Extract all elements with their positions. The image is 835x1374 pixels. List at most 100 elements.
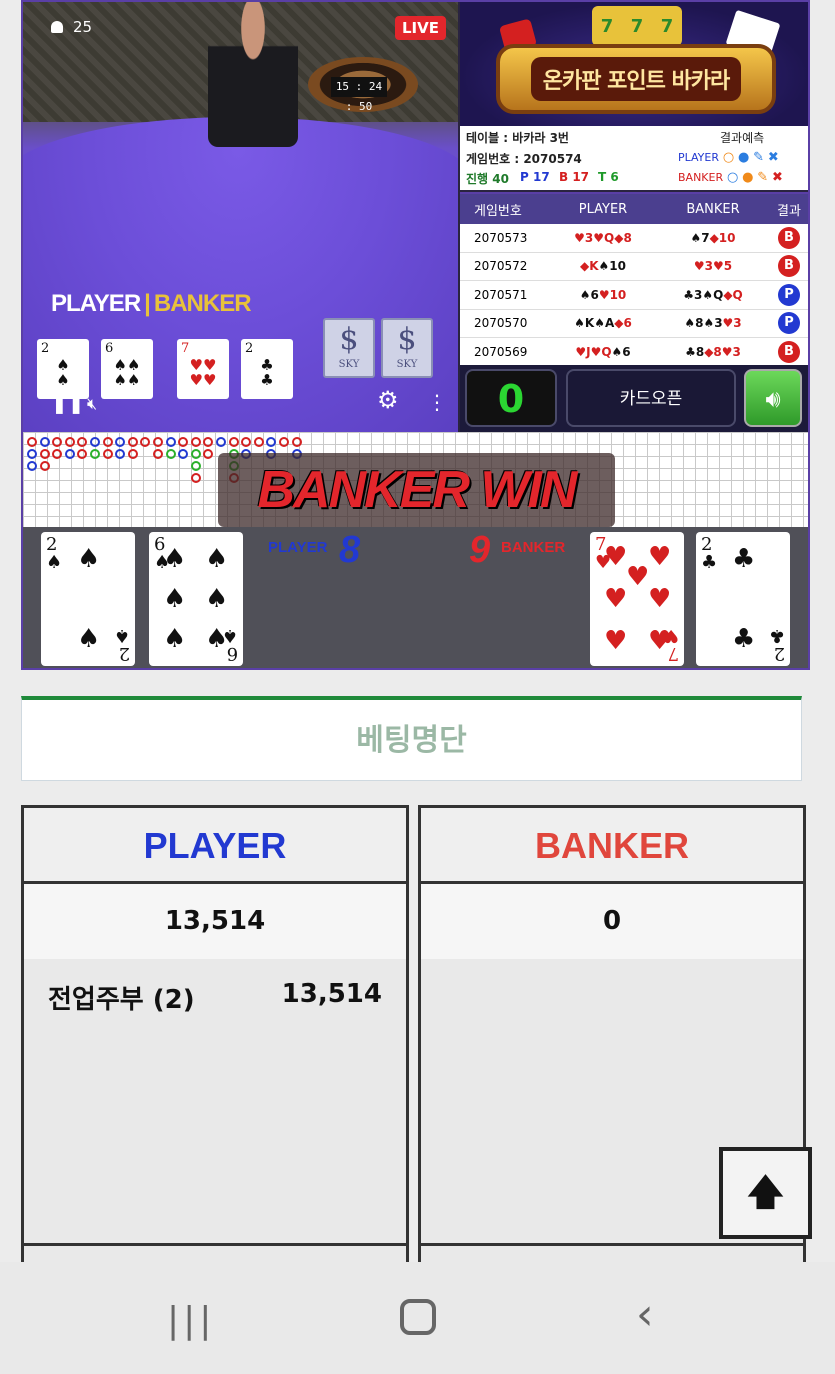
- slot-reel: 7: [660, 15, 674, 37]
- club-icon: ♣: [732, 624, 756, 654]
- history-header-game: 게임번호: [474, 203, 522, 219]
- home-icon[interactable]: [400, 1299, 436, 1335]
- club-icon: ♣: [732, 544, 756, 574]
- live-video[interactable]: 15 : 24 : 50 25 LIVE PLAYER | BANKER 2 ♠ ♠ 6…: [23, 2, 458, 432]
- card-corner: 2 ♠: [113, 625, 130, 664]
- bead-road-mark: [77, 449, 88, 459]
- table-logo-banker: BANKER: [153, 290, 252, 317]
- bead-road-mark: [203, 437, 214, 447]
- pause-icon[interactable]: ❚❚: [51, 390, 85, 414]
- pencil-icon[interactable]: ✎: [757, 170, 768, 185]
- bead-road-mark: [291, 437, 302, 447]
- history-game-number: 2070570: [474, 316, 528, 331]
- win-banner: BANKER WIN: [218, 453, 615, 527]
- bead-road-mark: [266, 437, 277, 447]
- win-banner-text: BANKER WIN: [257, 461, 578, 519]
- history-banker-cards: ♠8♠3♥3: [658, 316, 768, 330]
- history-game-number: 2070569: [474, 344, 528, 359]
- card-corner: 2 ♠: [46, 536, 62, 572]
- spade-icon: ♠: [77, 624, 101, 654]
- heart-icon: ♥: [648, 542, 672, 572]
- history-card: ♥3: [574, 230, 594, 245]
- history-row: 2070569 ♥J♥Q♠6 ♣8◆8♥3 B: [460, 338, 808, 367]
- history-card: ♠7: [690, 230, 710, 245]
- circle-filled-icon[interactable]: ●: [738, 150, 749, 165]
- back-icon[interactable]: ‹: [636, 1289, 654, 1340]
- circle-outline-icon[interactable]: ○: [723, 150, 734, 165]
- history-header: 게임번호 PLAYER BANKER 결과: [460, 194, 808, 224]
- spade-icon: ♠: [163, 544, 187, 574]
- history-card: ◆8: [704, 344, 722, 359]
- prediction-label: 결과예측: [720, 131, 765, 145]
- table-logo-separator: |: [144, 290, 151, 317]
- bead-road-mark: [27, 437, 37, 447]
- slot-reel: 7: [630, 15, 644, 37]
- result-area: 2 ♠ ♠ ♠ 2 ♠ 6 ♠ ♠ ♠ ♠ ♠ ♠ ♠ 6 ♠ PLAYER 8 9 B…: [23, 527, 808, 668]
- player-card-1: 2 ♠ ♠ ♠ 2 ♠: [41, 532, 135, 666]
- history-game-number: 2070572: [474, 259, 528, 274]
- bead-road-mark: [102, 449, 113, 459]
- history-banker-cards: ♣3♠Q◆Q: [658, 288, 768, 302]
- card-corner: 6 ♠: [221, 625, 238, 664]
- player-card-2: 6 ♠ ♠ ♠ ♠ ♠ ♠ ♠ 6 ♠: [149, 532, 243, 666]
- history-banker-cards: ♥3♥5: [658, 259, 768, 273]
- banker-card-1: 7 ♥ ♥ ♥ ♥ ♥ ♥ ♥ ♥ 7 ♥: [590, 532, 684, 666]
- dealer: [208, 2, 298, 147]
- history-card: ♠Q: [702, 287, 724, 302]
- pencil-icon[interactable]: ✎: [753, 150, 764, 165]
- banner-title: 온카판 포인트 바카라: [530, 57, 742, 101]
- heart-icon: ♥: [604, 626, 628, 656]
- bead-road-mark: [64, 449, 75, 459]
- history-card: ♠6: [611, 344, 631, 359]
- history-row: 2070571 ♠6♥10 ♣3♠Q◆Q P: [460, 281, 808, 310]
- history-card: ◆8: [614, 230, 632, 245]
- history-player-cards: ♥3♥Q◆8: [548, 231, 658, 245]
- control-bar: 0 카드오픈 🔊︎: [460, 365, 808, 432]
- cross-icon[interactable]: ✖: [772, 170, 783, 185]
- bead-road-mark: [165, 437, 176, 447]
- history-header-banker: BANKER: [686, 201, 740, 217]
- bead-road-mark: [115, 437, 126, 447]
- circle-outline-icon[interactable]: ○: [727, 170, 738, 185]
- history-card: ◆K: [580, 259, 599, 274]
- bead-road-mark: [253, 437, 264, 447]
- card-suit: ♠: [46, 552, 63, 573]
- cross-icon[interactable]: ✖: [768, 150, 779, 165]
- gear-icon[interactable]: ⚙: [377, 386, 399, 414]
- speaker-icon[interactable]: 🔊︎: [744, 369, 802, 427]
- banker-score: 9: [469, 529, 491, 571]
- circle-filled-icon[interactable]: ●: [742, 170, 753, 185]
- history-banker-cards: ♣8◆8♥3: [658, 345, 768, 359]
- bead-road-mark: [115, 449, 126, 459]
- slot-reel: 7: [600, 15, 614, 37]
- divider: [24, 1243, 406, 1246]
- bead-road-mark: [190, 449, 201, 459]
- history-card: ♠6: [579, 287, 599, 302]
- history-result: B: [768, 340, 808, 363]
- bead-road-mark: [153, 449, 163, 459]
- history-card: ♥Q: [593, 230, 615, 245]
- banner-plate: 온카판 포인트 바카라: [496, 44, 776, 114]
- bet-entry: 전업주부 (2) 13,514: [24, 959, 406, 1036]
- bead-road-mark: [77, 437, 88, 447]
- spade-icon: ♠: [205, 584, 229, 614]
- player-count: P 17: [520, 170, 550, 184]
- result-badge: B: [778, 340, 800, 363]
- recent-apps-icon[interactable]: |||: [167, 1300, 215, 1341]
- live-badge: LIVE: [395, 16, 446, 40]
- card-open-button[interactable]: 카드오픈: [566, 369, 736, 427]
- table-logo-player: PLAYER: [51, 290, 141, 317]
- history-card: ♥3: [722, 316, 742, 331]
- bead-road-mark: [190, 437, 201, 447]
- bead-road-mark: [228, 437, 239, 447]
- history-row: 2070572 ◆K♠10 ♥3♥5 B: [460, 253, 808, 281]
- player-score: 8: [339, 529, 361, 571]
- history-card: ♠3: [703, 316, 723, 331]
- history-result: B: [768, 226, 808, 249]
- more-icon[interactable]: ⋮: [427, 390, 447, 414]
- history-player-cards: ♠K♠A◆6: [548, 316, 658, 330]
- mute-icon[interactable]: 🔇︎: [87, 394, 97, 414]
- scroll-top-button[interactable]: 🡅: [719, 1147, 812, 1239]
- bead-road-mark: [90, 437, 100, 447]
- viewer-count: 25: [51, 18, 92, 36]
